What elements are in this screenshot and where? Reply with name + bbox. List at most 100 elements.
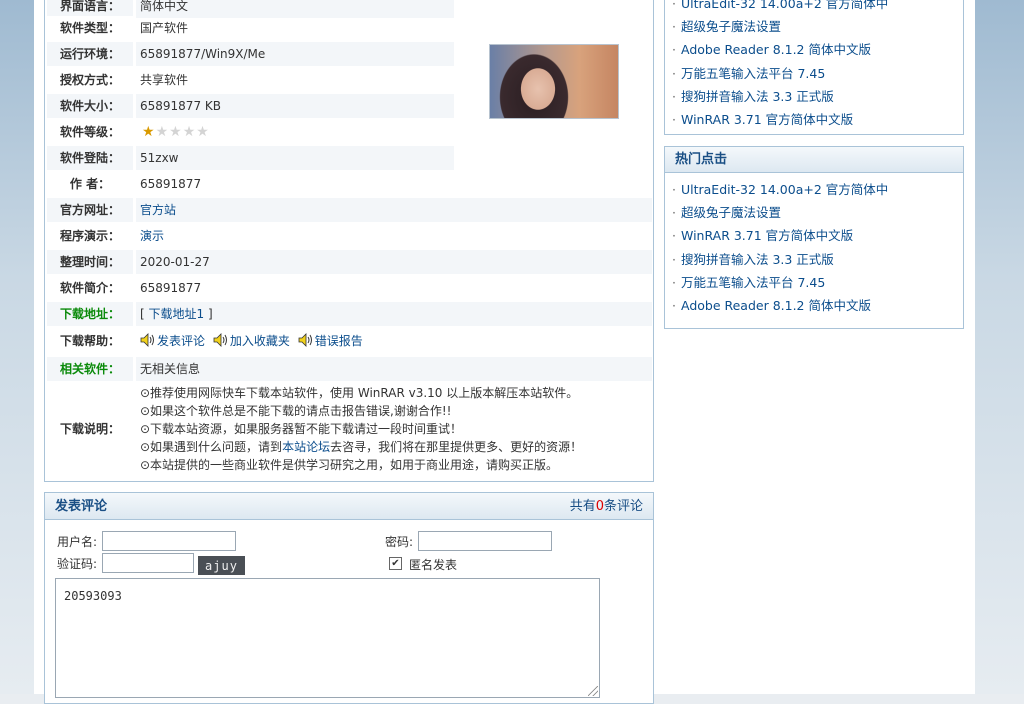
list-item[interactable]: · WinRAR 3.71 官方简体中文版 bbox=[665, 108, 963, 131]
download-notes: ⊙推荐使用网际快车下载本站软件，使用 WinRAR v3.10 以上版本解压本站… bbox=[140, 384, 660, 474]
page-background-left bbox=[0, 0, 34, 694]
hot-clicks-header: 热门点击 bbox=[665, 147, 963, 173]
note-line: ⊙下载本站资源，如果服务器暂不能下载请过一段时间重试！ bbox=[140, 422, 463, 436]
list-item[interactable]: · 万能五笔输入法平台 7.45 bbox=[665, 62, 963, 85]
detail-value: 65891877 bbox=[140, 177, 202, 191]
sidebar-top-list-panel: · UltraEdit-32 14.00a+2 官方简体中 · 超级兔子魔法设置 ·… bbox=[664, 0, 964, 135]
detail-value: 51zxw bbox=[136, 146, 454, 170]
anonymous-checkbox[interactable]: ✔ bbox=[389, 557, 402, 570]
detail-value: 65891877/Win9X/Me bbox=[136, 42, 454, 66]
detail-label: 整理时间： bbox=[47, 250, 133, 274]
comment-panel: 发表评论 共有0条评论 用户名: 密码: 验证码: ajuy ✔ 匿名发表 20… bbox=[44, 492, 654, 704]
detail-label: 软件登陆： bbox=[47, 146, 133, 170]
comment-textarea[interactable]: 20593093 bbox=[55, 578, 600, 698]
password-label: 密码: bbox=[385, 535, 414, 549]
list-item[interactable]: · 搜狗拼音输入法 3.3 正式版 bbox=[665, 85, 963, 108]
resize-handle[interactable] bbox=[588, 686, 598, 696]
detail-value-cell: 演示 bbox=[136, 224, 652, 248]
list-item-label: 搜狗拼音输入法 3.3 正式版 bbox=[680, 251, 834, 267]
detail-value: 无相关信息 bbox=[136, 357, 652, 381]
detail-label: 官方网址： bbox=[47, 198, 133, 222]
list-item-label: UltraEdit-32 14.00a+2 官方简体中 bbox=[680, 182, 889, 197]
captcha-input[interactable] bbox=[102, 553, 194, 573]
list-item[interactable]: · Adobe Reader 8.1.2 简体中文版 bbox=[665, 38, 963, 61]
help-favorite[interactable]: 加入收藏夹 bbox=[213, 329, 290, 353]
anonymous-label: 匿名发表 bbox=[409, 558, 458, 572]
bracket-open: [ bbox=[140, 307, 145, 321]
speaker-icon bbox=[298, 333, 312, 347]
sidebar-top-list: · UltraEdit-32 14.00a+2 官方简体中 · 超级兔子魔法设置 ·… bbox=[665, 0, 963, 131]
note-text: 去咨寻，我们将在那里提供更多、更好的资源！ bbox=[330, 440, 583, 454]
username-label: 用户名: bbox=[57, 535, 98, 549]
post-comment-link[interactable]: 发表评论 bbox=[157, 334, 205, 348]
error-report-link[interactable]: 错误报告 bbox=[315, 334, 363, 348]
hot-clicks-title: 热门点击 bbox=[675, 152, 728, 167]
detail-label: 相关软件： bbox=[47, 357, 133, 381]
demo-link[interactable]: 演示 bbox=[140, 229, 164, 243]
detail-value-cell: [ 下载地址1 ] bbox=[136, 302, 652, 326]
rating-stars: ★★★★★ bbox=[142, 124, 210, 140]
note-line: ⊙如果这个软件总是不能下载的请点击报告错误,谢谢合作!! bbox=[140, 404, 452, 418]
detail-value-cell: 官方站 bbox=[136, 198, 652, 222]
list-item-label: 超级兔子魔法设置 bbox=[680, 205, 781, 221]
count-prefix: 共有 bbox=[569, 499, 596, 514]
detail-value: 2020-01-27 bbox=[136, 250, 652, 274]
list-item[interactable]: · 超级兔子魔法设置 bbox=[665, 201, 963, 224]
password-input[interactable] bbox=[418, 531, 552, 551]
list-item[interactable]: · 超级兔子魔法设置 bbox=[665, 15, 963, 38]
help-comment[interactable]: 发表评论 bbox=[140, 329, 205, 353]
list-item-label: Adobe Reader 8.1.2 简体中文版 bbox=[680, 42, 871, 58]
comment-header: 发表评论 共有0条评论 bbox=[45, 493, 653, 520]
detail-value: 共享软件 bbox=[140, 73, 189, 87]
speaker-icon bbox=[213, 333, 227, 347]
note-line: ⊙推荐使用网际快车下载本站软件，使用 WinRAR v3.10 以上版本解压本站… bbox=[140, 386, 579, 400]
forum-link[interactable]: 本站论坛 bbox=[282, 440, 330, 454]
list-item-label: WinRAR 3.71 官方简体中文版 bbox=[680, 228, 854, 244]
list-item-label: Adobe Reader 8.1.2 简体中文版 bbox=[680, 297, 871, 313]
star-empty-icon: ★ bbox=[169, 124, 183, 140]
bracket-close: ] bbox=[207, 307, 213, 321]
list-item-label: 万能五笔输入法平台 7.45 bbox=[680, 65, 826, 81]
username-input[interactable] bbox=[102, 531, 236, 551]
list-item[interactable]: · UltraEdit-32 14.00a+2 官方简体中 bbox=[665, 0, 963, 15]
page-background-right bbox=[975, 0, 1024, 694]
list-item[interactable]: · Adobe Reader 8.1.2 简体中文版 bbox=[665, 294, 963, 317]
list-item[interactable]: · 搜狗拼音输入法 3.3 正式版 bbox=[665, 248, 963, 271]
star-empty-icon: ★ bbox=[182, 124, 197, 140]
list-item-label: 搜狗拼音输入法 3.3 正式版 bbox=[680, 88, 834, 104]
speaker-icon bbox=[140, 333, 154, 347]
count-number: 0 bbox=[595, 499, 604, 514]
help-report[interactable]: 错误报告 bbox=[298, 329, 363, 353]
detail-label: 软件大小： bbox=[47, 94, 133, 118]
download-link-1[interactable]: 下载地址1 bbox=[149, 307, 205, 321]
detail-label: 软件等级： bbox=[47, 120, 133, 144]
list-item[interactable]: · UltraEdit-32 14.00a+2 官方简体中 bbox=[665, 178, 963, 201]
note-line: ⊙如果遇到什么问题，请到本站论坛去咨寻，我们将在那里提供更多、更好的资源！ bbox=[140, 438, 660, 456]
star-empty-icon: ★ bbox=[196, 124, 210, 140]
detail-label: 软件类型： bbox=[47, 16, 133, 40]
list-item[interactable]: · 万能五笔输入法平台 7.45 bbox=[665, 271, 963, 294]
list-item-label: 万能五笔输入法平台 7.45 bbox=[680, 274, 826, 290]
list-item-label: 超级兔子魔法设置 bbox=[680, 19, 781, 35]
captcha-label: 验证码: bbox=[57, 557, 98, 571]
detail-value: 65891877 KB bbox=[136, 94, 454, 118]
detail-label: 下载地址： bbox=[47, 302, 133, 326]
detail-label: 作 者： bbox=[47, 172, 133, 196]
software-screenshot[interactable] bbox=[489, 44, 619, 119]
note-text: ⊙如果遇到什么问题，请到 bbox=[140, 440, 283, 454]
captcha-image[interactable]: ajuy bbox=[198, 556, 245, 575]
star-filled-icon: ★ bbox=[142, 124, 156, 140]
add-favorite-link[interactable]: 加入收藏夹 bbox=[230, 334, 290, 348]
detail-label: 授权方式： bbox=[47, 68, 133, 92]
list-item-label: WinRAR 3.71 官方简体中文版 bbox=[680, 111, 854, 127]
hot-clicks-panel: 热门点击 · UltraEdit-32 14.00a+2 官方简体中 · 超级兔子魔… bbox=[664, 146, 964, 329]
comment-count[interactable]: 共有0条评论 bbox=[570, 493, 643, 521]
detail-value: 国产软件 bbox=[140, 21, 189, 35]
list-item[interactable]: · WinRAR 3.71 官方简体中文版 bbox=[665, 224, 963, 247]
detail-value: 65891877 bbox=[140, 281, 202, 295]
count-suffix: 条评论 bbox=[603, 499, 643, 514]
help-links: 发表评论 加入收藏夹 错误报告 bbox=[136, 329, 652, 353]
detail-label: 运行环境： bbox=[47, 42, 133, 66]
star-empty-icon: ★ bbox=[155, 124, 170, 140]
homepage-link[interactable]: 官方站 bbox=[140, 203, 176, 217]
